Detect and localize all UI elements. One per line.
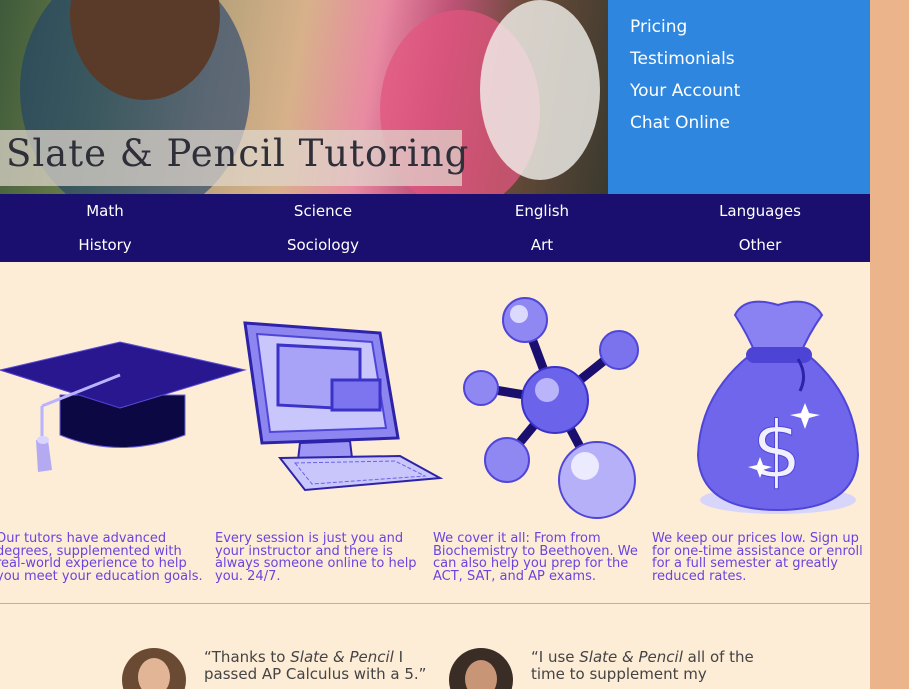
category-other[interactable]: Other (651, 236, 869, 254)
avatar (449, 648, 513, 689)
top-menu: Pricing Testimonials Your Account Chat O… (608, 0, 870, 194)
feature-text-sessions: Every session is just you and your instr… (215, 531, 417, 584)
category-math[interactable]: Math (0, 202, 214, 220)
top-menu-item-chat-online[interactable]: Chat Online (630, 113, 730, 133)
graduation-cap-icon (0, 340, 250, 484)
computer-icon (240, 318, 445, 502)
category-science[interactable]: Science (214, 202, 432, 220)
molecule-icon (455, 290, 650, 534)
testimonial-quote: “Thanks to Slate & Pencil I passed AP Ca… (204, 649, 439, 683)
section-divider (0, 603, 870, 604)
testimonial-brand: Slate & Pencil (290, 648, 394, 666)
category-sociology[interactable]: Sociology (214, 236, 432, 254)
money-bag-icon: $ (690, 295, 865, 524)
category-history[interactable]: History (0, 236, 214, 254)
feature-text-subjects: We cover it all: From from Biochemistry … (433, 531, 638, 584)
site-content: Slate & Pencil Tutoring Pricing Testimon… (0, 0, 870, 689)
hero-photo-shape (480, 0, 600, 180)
feature-text-tutors: Our tutors have advanced degrees, supple… (0, 531, 203, 584)
category-art[interactable]: Art (433, 236, 651, 254)
category-english[interactable]: English (433, 202, 651, 220)
top-menu-item-pricing[interactable]: Pricing (630, 17, 687, 37)
top-menu-item-testimonials[interactable]: Testimonials (630, 49, 735, 69)
testimonial-text: “I use (531, 648, 580, 666)
hero-banner: Slate & Pencil Tutoring (0, 0, 608, 194)
svg-text:$: $ (752, 406, 802, 496)
top-menu-item-your-account[interactable]: Your Account (630, 81, 740, 101)
testimonial-quote: “I use Slate & Pencil all of the time to… (531, 649, 776, 683)
testimonial-brand: Slate & Pencil (579, 648, 683, 666)
feature-text-prices: We keep our prices low. Sign up for one-… (652, 531, 863, 584)
testimonial-text: “Thanks to (204, 648, 291, 666)
avatar (122, 648, 186, 689)
category-nav: Math Science English Languages History S… (0, 194, 870, 262)
site-logo-title[interactable]: Slate & Pencil Tutoring (6, 132, 469, 175)
category-languages[interactable]: Languages (651, 202, 869, 220)
